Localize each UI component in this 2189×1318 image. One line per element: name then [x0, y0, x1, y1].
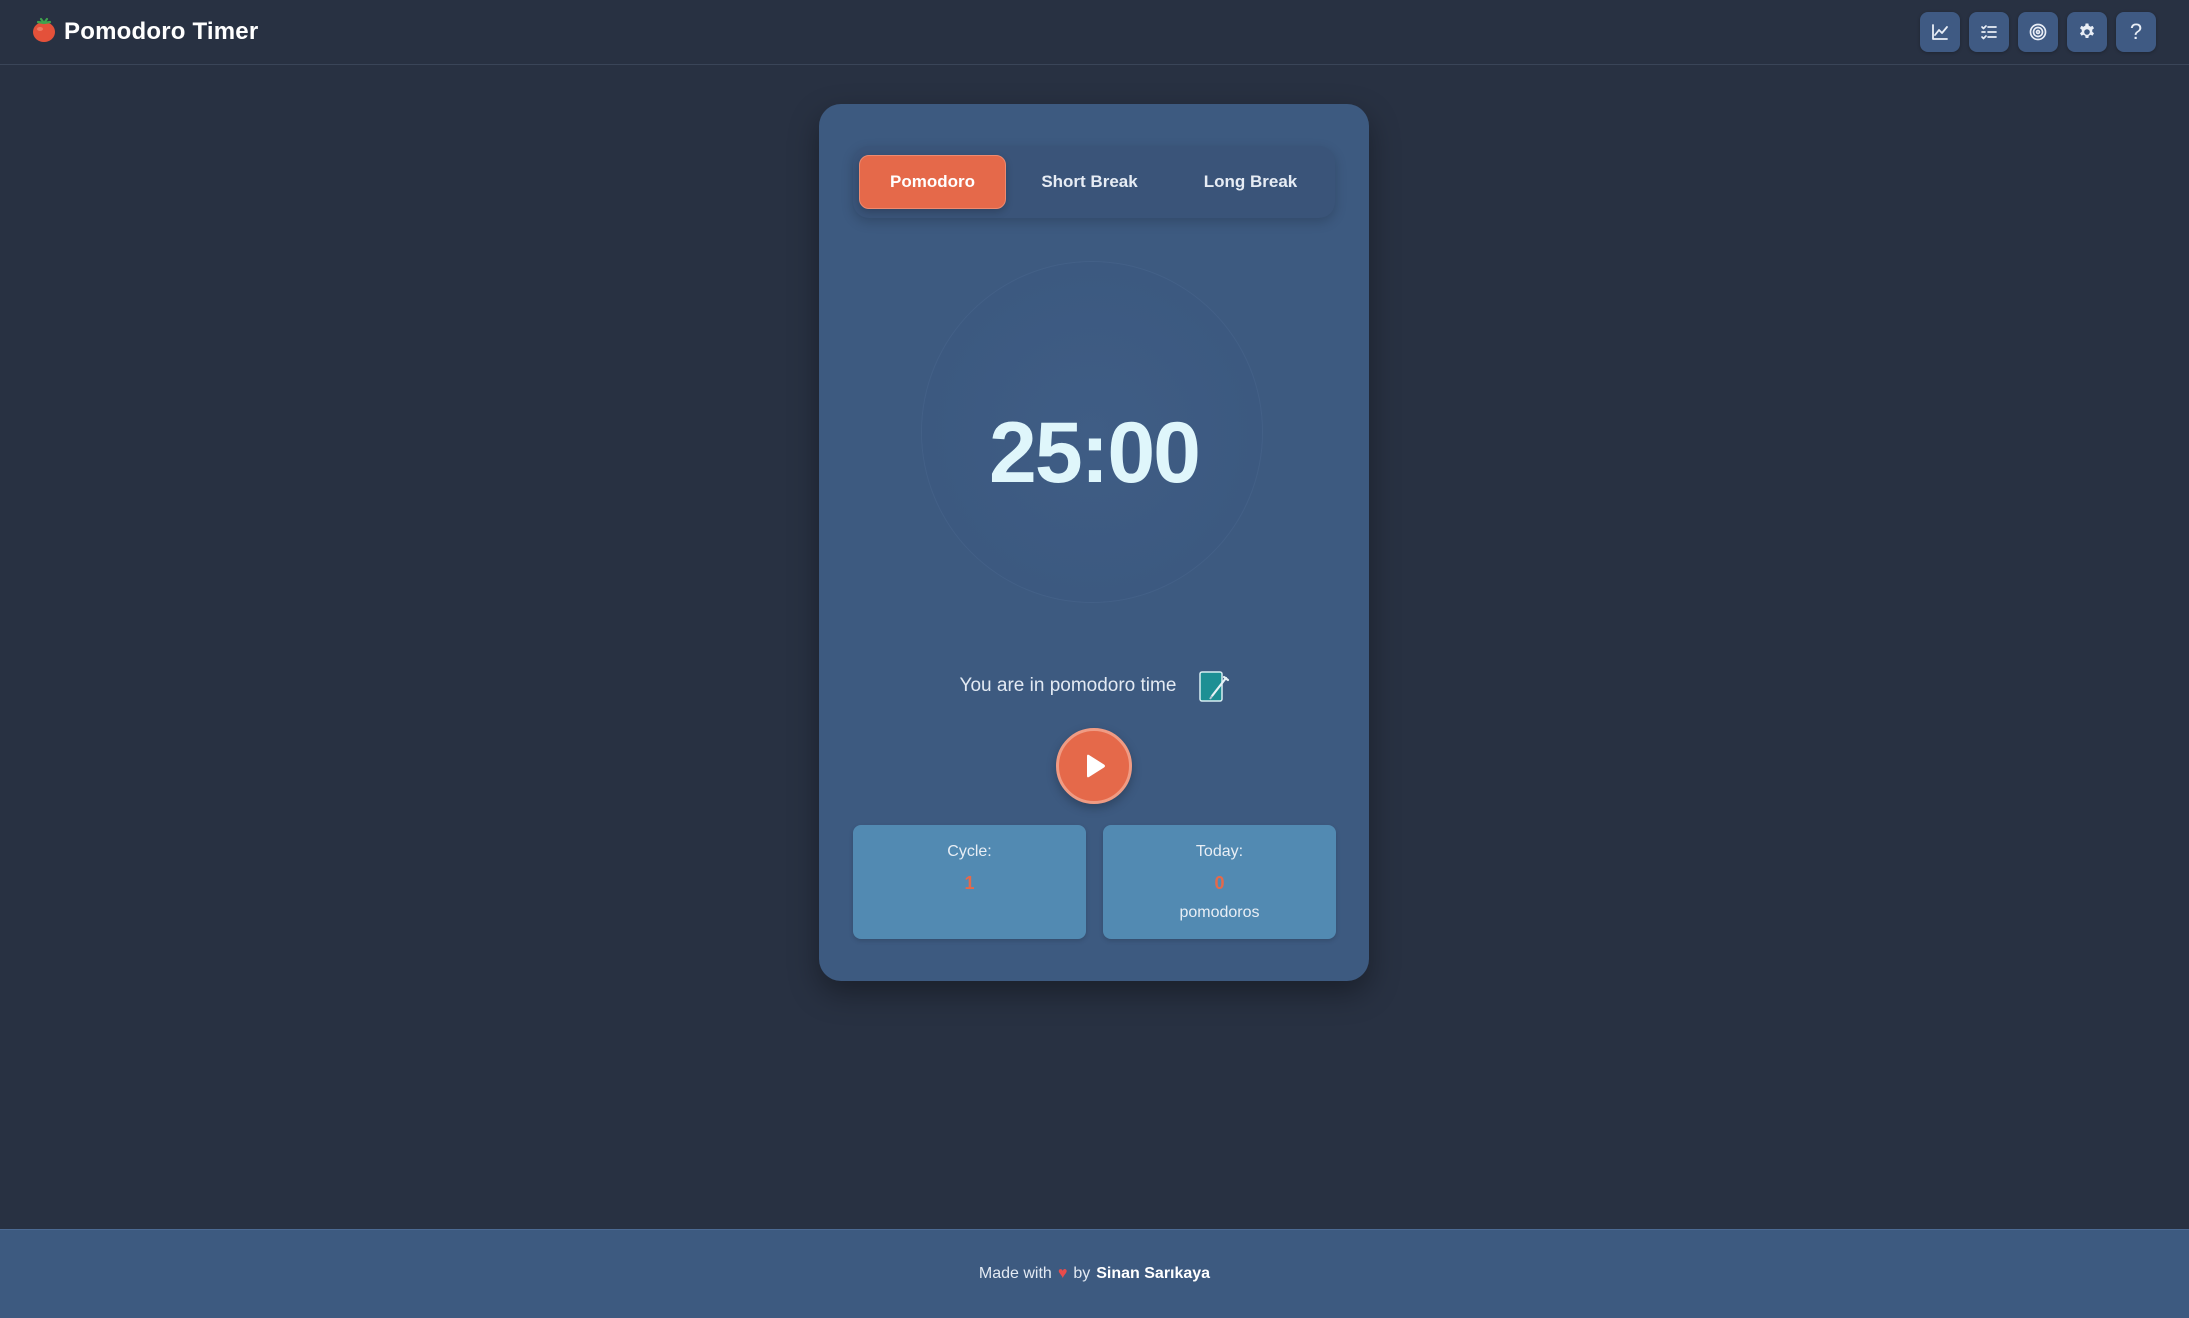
- mode-tabs: Pomodoro Short Break Long Break: [853, 146, 1335, 218]
- checklist-icon: [1981, 25, 1997, 40]
- today-stat: Today: 0 pomodoros: [1103, 825, 1336, 939]
- edit-note-icon: [1199, 671, 1230, 702]
- tomato-icon: [32, 17, 56, 47]
- today-unit: pomodoros: [1179, 904, 1260, 921]
- settings-button[interactable]: [2067, 12, 2107, 52]
- footer-prefix: Made with: [978, 1265, 1052, 1282]
- author-name: Sinan Sarıkaya: [1096, 1265, 1211, 1282]
- status-text: You are in pomodoro time: [959, 675, 1177, 696]
- footer-by: by: [1073, 1265, 1091, 1282]
- line-chart-icon: [1932, 24, 1948, 40]
- tab-pomodoro[interactable]: Pomodoro: [859, 155, 1006, 209]
- status-row: You are in pomodoro time: [819, 668, 1369, 704]
- gear-icon: [2080, 23, 2094, 38]
- tab-short-break[interactable]: Short Break: [1013, 155, 1166, 209]
- goals-button[interactable]: [2018, 12, 2058, 52]
- target-icon: [2029, 23, 2047, 41]
- edit-status-button[interactable]: [1198, 669, 1230, 703]
- today-value: 0: [1214, 873, 1225, 893]
- top-bar: Pomodoro Timer ?: [0, 0, 2189, 65]
- cycle-stat: Cycle: 1: [853, 825, 1086, 939]
- cycle-value: 1: [964, 873, 975, 893]
- help-button[interactable]: ?: [2116, 12, 2156, 52]
- play-icon: [1087, 754, 1105, 778]
- toolbar: ?: [1920, 12, 2156, 52]
- heart-icon: ♥: [1057, 1265, 1068, 1282]
- timer-display: 25:00: [989, 405, 1201, 501]
- cycle-label: Cycle:: [947, 843, 992, 860]
- brand: Pomodoro Timer: [32, 17, 258, 47]
- play-button[interactable]: [1056, 728, 1132, 804]
- statistics-button[interactable]: [1920, 12, 1960, 52]
- question-icon: ?: [2129, 19, 2143, 44]
- footer: Made with ♥ by Sinan Sarıkaya: [0, 1229, 2189, 1318]
- timer-card: Pomodoro Short Break Long Break 25:00 Yo…: [819, 104, 1369, 981]
- tab-long-break[interactable]: Long Break: [1174, 155, 1327, 209]
- tasks-button[interactable]: [1969, 12, 2009, 52]
- app-title: Pomodoro Timer: [64, 18, 259, 45]
- today-label: Today:: [1195, 843, 1244, 860]
